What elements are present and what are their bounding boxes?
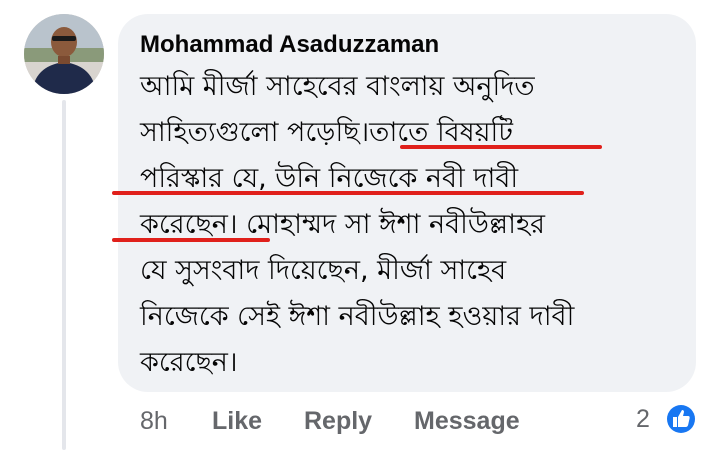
message-button[interactable]: Message (414, 404, 520, 438)
comment-thread: Mohammad Asaduzzaman আমি মীর্জা সাহেবের … (0, 0, 720, 450)
comment-line: পরিস্কার যে, উনি নিজেকে নবী দাবী (140, 163, 519, 194)
like-reaction-icon (665, 403, 697, 435)
comment-line: আমি মীর্জা সাহেবের বাংলায় অনুদিত (140, 71, 535, 102)
like-button[interactable]: Like (212, 404, 262, 438)
avatar[interactable] (24, 14, 104, 94)
reaction-count: 2 (636, 405, 650, 433)
comment-line: সাহিত্যগুলো পড়েছি।তাতে বিষয়টি (140, 117, 513, 148)
comment-body: আমি মীর্জা সাহেবের বাংলায় অনুদিত সাহিত্… (140, 64, 680, 386)
red-underline-annotation (400, 145, 602, 149)
reply-button[interactable]: Reply (304, 404, 372, 438)
comment-line: যে সুসংবাদ দিয়েছেন, মীর্জা সাহেব (140, 255, 507, 286)
comment-line: করেছেন। (140, 347, 238, 378)
red-underline-annotation (112, 238, 270, 242)
comment-author-name[interactable]: Mohammad Asaduzzaman (140, 30, 439, 60)
comment-timestamp[interactable]: 8h (140, 404, 168, 438)
reply-thread-line (62, 100, 66, 450)
avatar-photo (24, 14, 104, 94)
red-underline-annotation (112, 191, 584, 195)
comment-line: নিজেকে সেই ঈশা নবীউল্লাহ হওয়ার দাবী (140, 301, 575, 332)
